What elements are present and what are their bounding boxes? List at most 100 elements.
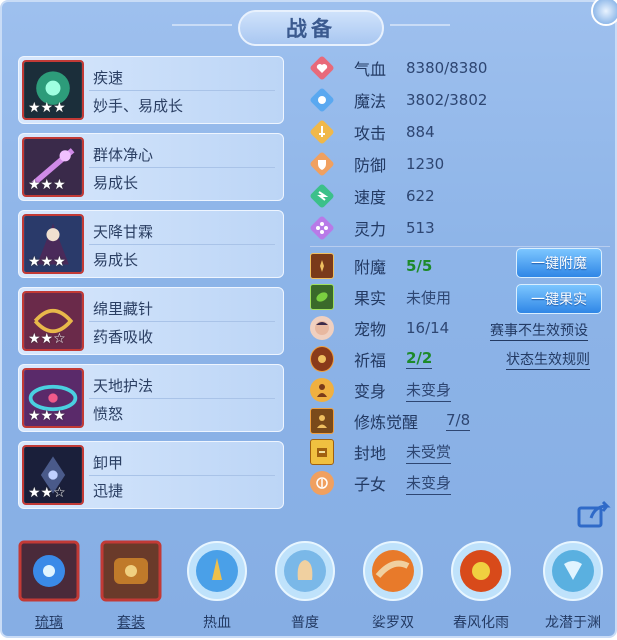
- stat-label: 附魔: [354, 258, 387, 277]
- stat-bless: 祈福 2/2: [310, 345, 433, 373]
- share-icon[interactable]: [577, 500, 611, 528]
- bless-icon: [310, 346, 334, 372]
- cultivate-icon: [310, 408, 334, 434]
- skill-name: 天降甘霖: [93, 223, 154, 241]
- stat-child: 子女 未变身: [310, 469, 452, 497]
- skill-card[interactable]: ★★★ 疾速 妙手、易成长: [18, 56, 284, 124]
- stat-label: 果实: [354, 289, 387, 308]
- transform-icon: [310, 378, 334, 402]
- skill-icon[interactable]: ★★★: [22, 60, 84, 120]
- bottom-item-suoluoshuang[interactable]: 娑罗双: [358, 540, 428, 632]
- bottom-item-pudu[interactable]: 普度: [270, 540, 340, 632]
- stat-value[interactable]: 未变身: [406, 379, 452, 402]
- stat-label: 速度: [354, 188, 387, 207]
- skill-card[interactable]: ★★★ 群体净心 易成长: [18, 133, 284, 201]
- stat-label: 防御: [354, 156, 387, 175]
- stat-pet: 宠物 16/14: [310, 314, 449, 342]
- bottom-item-liuli[interactable]: 琉璃: [14, 540, 84, 632]
- sal-trees-skill-icon: [363, 541, 423, 601]
- stat-value: 3802/3802: [406, 91, 488, 109]
- glaze-icon: [18, 540, 80, 602]
- skill-desc: 愤怒: [93, 405, 124, 423]
- skill-icon[interactable]: ★★☆: [22, 291, 84, 351]
- stat-value: 1230: [406, 155, 445, 173]
- heart-icon: [310, 56, 334, 80]
- skill-desc: 药香吸收: [93, 328, 154, 346]
- one-click-enchant-button[interactable]: 一键附魔: [516, 248, 602, 278]
- stat-label: 灵力: [354, 220, 387, 239]
- fruit-icon: [310, 284, 334, 310]
- battle-prep-panel: 战备 ★★★ 疾速 妙手、易成长 ★★★ 群体净心 易成长 ★★★ 天降甘霖 易…: [0, 0, 617, 638]
- skill-card[interactable]: ★★☆ 卸甲 迅捷: [18, 441, 284, 509]
- bottom-label: 娑罗双: [372, 615, 414, 631]
- star-rating: ★★★: [28, 177, 66, 193]
- title-left-ornament: [172, 24, 232, 34]
- skill-desc: 易成长: [93, 251, 139, 269]
- skill-icon[interactable]: ★★★: [22, 137, 84, 197]
- skill-icon[interactable]: ★★★: [22, 214, 84, 274]
- stat-value[interactable]: 2/2: [406, 349, 433, 369]
- skill-name: 群体净心: [93, 146, 154, 164]
- stat-value: 8380/8380: [406, 59, 488, 77]
- divider: [89, 321, 275, 322]
- passion-skill-icon: [187, 541, 247, 601]
- stat-value: 5/5: [406, 257, 433, 275]
- star-rating: ★★★: [28, 254, 66, 270]
- stat-hp: 气血 8380/8380: [310, 54, 487, 82]
- skill-name: 卸甲: [93, 454, 124, 472]
- bottom-item-longqian[interactable]: 龙潜于渊: [538, 540, 608, 632]
- divider: [89, 244, 275, 245]
- bottom-label: 普度: [291, 615, 319, 631]
- stat-value: 513: [406, 219, 435, 237]
- stat-value[interactable]: 7/8: [446, 411, 471, 431]
- stat-label: 修炼觉醒: [354, 413, 419, 432]
- stat-spi: 灵力 513: [310, 214, 435, 242]
- bottom-label: 琉璃: [35, 615, 63, 631]
- skill-icon[interactable]: ★★★: [22, 368, 84, 428]
- bottom-label: 套装: [117, 615, 145, 631]
- fief-icon: [310, 439, 334, 465]
- stat-label: 气血: [354, 60, 387, 79]
- one-click-fruit-button[interactable]: 一键果实: [516, 284, 602, 314]
- skill-card[interactable]: ★★☆ 绵里藏针 药香吸收: [18, 287, 284, 355]
- stat-value[interactable]: 未受赏: [406, 441, 452, 464]
- divider: [89, 398, 275, 399]
- stat-value: 884: [406, 123, 435, 141]
- stat-enchant: 附魔 5/5: [310, 252, 432, 280]
- stat-label: 子女: [354, 475, 387, 494]
- stat-value: 622: [406, 187, 435, 205]
- divider: [89, 475, 275, 476]
- skill-desc: 迅捷: [93, 482, 124, 500]
- skill-name: 绵里藏针: [93, 300, 154, 318]
- title-right-ornament: [390, 24, 450, 34]
- bottom-item-rexue[interactable]: 热血: [182, 540, 252, 632]
- stat-label: 宠物: [354, 320, 387, 339]
- stat-mp: 魔法 3802/3802: [310, 86, 487, 114]
- bottom-item-suit[interactable]: 套装: [96, 540, 166, 632]
- magic-icon: [310, 88, 334, 112]
- event-preset-link[interactable]: 赛事不生效预设: [490, 320, 588, 341]
- stat-fruit: 果实 未使用: [310, 283, 451, 311]
- star-rating: ★★☆: [28, 331, 66, 347]
- divider: [89, 90, 275, 91]
- stat-def: 防御 1230: [310, 150, 444, 178]
- sword-icon: [310, 120, 334, 144]
- pet-avatar-icon: [310, 316, 334, 340]
- skill-card[interactable]: ★★★ 天降甘霖 易成长: [18, 210, 284, 278]
- stat-label: 变身: [354, 382, 387, 401]
- suit-icon: [100, 540, 162, 602]
- skill-card[interactable]: ★★★ 天地护法 愤怒: [18, 364, 284, 432]
- stat-value[interactable]: 未变身: [406, 472, 452, 495]
- stat-cultivate: 修炼觉醒 7/8: [310, 407, 471, 435]
- divider: [89, 167, 275, 168]
- skill-name: 天地护法: [93, 377, 154, 395]
- stat-label: 攻击: [354, 124, 387, 143]
- stat-label: 祈福: [354, 351, 387, 370]
- skill-icon[interactable]: ★★☆: [22, 445, 84, 505]
- panel-title: 战备: [238, 10, 384, 46]
- bottom-bar: 琉璃 套装 热血 普度 娑罗双 春风化雨 龙潜于渊: [2, 532, 617, 640]
- state-rules-link[interactable]: 状态生效规则: [506, 349, 590, 370]
- bottom-item-chunfeng[interactable]: 春风化雨: [446, 540, 516, 632]
- bottom-label: 春风化雨: [453, 615, 509, 631]
- divider: [310, 246, 610, 247]
